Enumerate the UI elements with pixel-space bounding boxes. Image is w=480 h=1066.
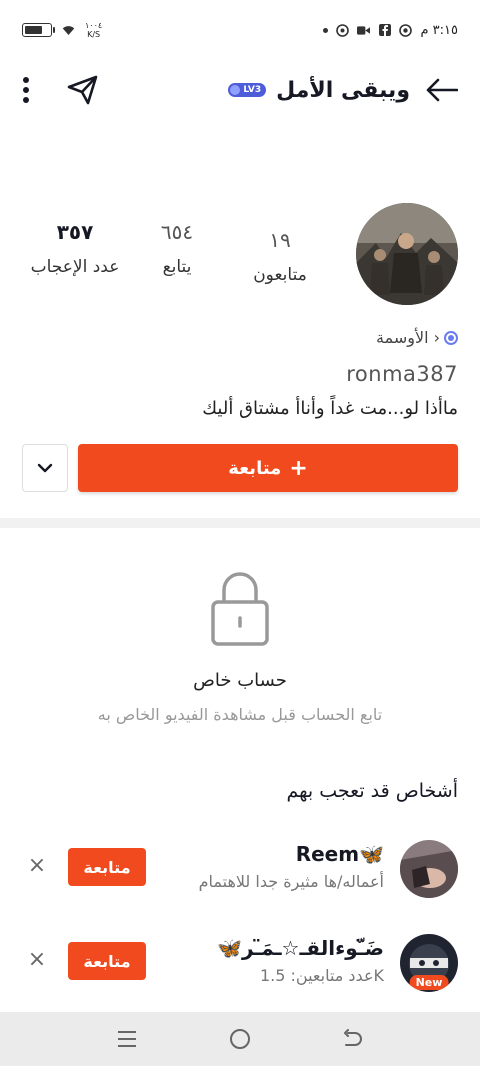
dismiss-suggestion-icon[interactable]: × bbox=[26, 853, 48, 878]
suggestions-title: أشخاص قد تعجب بهم bbox=[286, 780, 458, 802]
followers-label: متابعون bbox=[253, 265, 307, 285]
following-count: ٦٥٤ bbox=[160, 220, 194, 244]
plus-icon: + bbox=[289, 455, 308, 481]
username: ronma387 bbox=[346, 362, 458, 386]
net-speed: ١٠٠٤ K/S bbox=[85, 21, 102, 39]
follow-row: متابعة + bbox=[22, 444, 458, 492]
profile-bio: ماأذا لو...مت غداً وأناأ مشتاق أليك bbox=[202, 398, 458, 419]
badge-icon bbox=[444, 330, 458, 345]
likes-stat[interactable]: ٣٥٧ عدد الإعجاب bbox=[20, 217, 130, 277]
home-icon[interactable] bbox=[220, 1019, 260, 1059]
facebook-icon bbox=[378, 24, 391, 37]
battery-icon bbox=[22, 23, 55, 37]
profile-avatar[interactable] bbox=[356, 203, 458, 305]
header-actions bbox=[22, 75, 100, 105]
followers-stat[interactable]: ١٩ متابعون bbox=[225, 225, 335, 285]
wifi-icon bbox=[62, 24, 75, 37]
new-tag: New bbox=[409, 975, 449, 990]
private-account-subtitle: تابع الحساب قبل مشاهدة الفيديو الخاص به bbox=[97, 705, 383, 724]
suggestion-item: New 🦋ضَ̈ـّوءالقـ☆ـمَ̈ـر عدد متابعين: 1.5… bbox=[22, 934, 458, 1004]
suggestion-subtitle: أعماله/ها مثيرة جدا للاهتمام bbox=[198, 872, 384, 891]
suggestions-dropdown-button[interactable] bbox=[22, 444, 68, 492]
notification-dot-icon bbox=[323, 27, 329, 33]
suggestion-name[interactable]: 🦋ضَ̈ـّوءالقـ☆ـمَ̈ـر bbox=[217, 936, 384, 960]
back-icon[interactable] bbox=[333, 1019, 373, 1059]
status-right: ٣:١٥ م bbox=[323, 23, 458, 38]
suggestion-avatar[interactable] bbox=[400, 840, 458, 898]
page-title: ويبقى الأمل bbox=[276, 77, 410, 103]
badges-link[interactable]: الأوسمة › bbox=[376, 328, 458, 347]
dismiss-suggestion-icon[interactable]: × bbox=[26, 947, 48, 972]
level-badge-label: LV3 bbox=[243, 85, 262, 95]
share-icon[interactable] bbox=[66, 75, 100, 105]
follow-button-label: متابعة bbox=[228, 457, 282, 479]
level-badge: LV3 bbox=[228, 83, 267, 97]
likes-label: عدد الإعجاب bbox=[30, 257, 120, 277]
recent-apps-icon[interactable] bbox=[107, 1019, 147, 1059]
likes-count: ٣٥٧ bbox=[56, 220, 94, 244]
net-speed-value: ١٠٠٤ bbox=[85, 21, 103, 30]
suggestion-follow-button[interactable]: متابعة bbox=[68, 942, 146, 980]
followers-count: ١٩ bbox=[269, 228, 291, 252]
suggestion-avatar[interactable]: New bbox=[400, 934, 458, 992]
profile-header: LV3 ويبقى الأمل bbox=[0, 60, 480, 120]
following-label: يتابع bbox=[162, 257, 192, 277]
private-account-title: حساب خاص bbox=[193, 670, 287, 691]
private-account-notice: حساب خاص تابع الحساب قبل مشاهدة الفيديو … bbox=[0, 570, 480, 724]
more-options-icon[interactable] bbox=[22, 76, 30, 104]
video-call-icon bbox=[357, 24, 371, 37]
bubble-app-icon bbox=[336, 23, 350, 37]
status-left: ١٠٠٤ K/S bbox=[22, 21, 102, 39]
suggestion-subtitle: عدد متابعين: 1.5K bbox=[259, 966, 384, 985]
status-bar: ١٠٠٤ K/S ٣:١٥ م bbox=[0, 0, 480, 60]
net-speed-unit: K/S bbox=[87, 30, 101, 39]
badges-link-label: الأوسمة › bbox=[375, 328, 440, 347]
suggestion-follow-button[interactable]: متابعة bbox=[68, 848, 146, 886]
whatsapp-icon bbox=[399, 23, 413, 37]
header-title-group: LV3 ويبقى الأمل bbox=[228, 78, 458, 103]
suggestion-name[interactable]: Reem🦋 bbox=[296, 842, 384, 866]
back-arrow-icon[interactable] bbox=[426, 78, 458, 102]
lock-icon bbox=[211, 572, 269, 646]
follow-button[interactable]: متابعة + bbox=[78, 444, 458, 492]
system-nav-bar bbox=[0, 1012, 480, 1066]
following-stat[interactable]: ٦٥٤ يتابع bbox=[122, 217, 232, 277]
status-time: ٣:١٥ م bbox=[420, 22, 458, 38]
chevron-down-icon bbox=[37, 463, 53, 473]
profile-summary: ١٩ متابعون ٦٥٤ يتابع ٣٥٧ عدد الإعجاب bbox=[0, 195, 480, 315]
section-divider bbox=[0, 518, 480, 528]
suggestion-item: Reem🦋 أعماله/ها مثيرة جدا للاهتمام متابع… bbox=[22, 840, 458, 910]
